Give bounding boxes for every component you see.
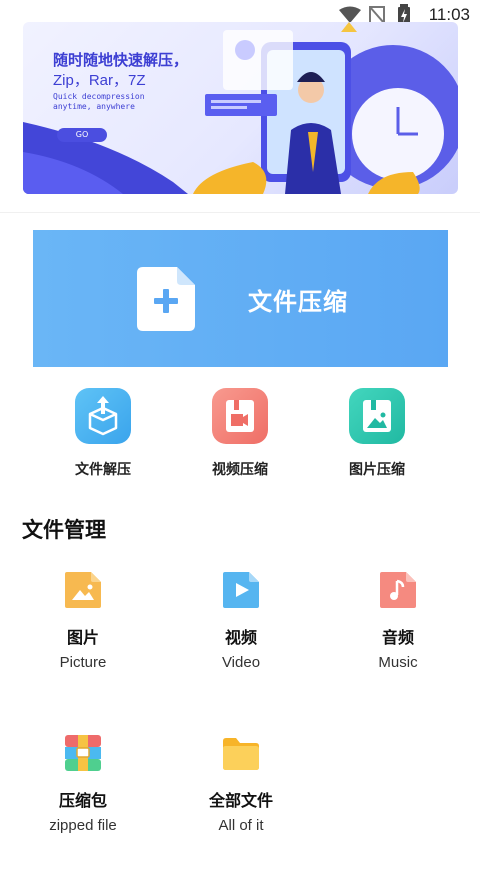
unzip-box-icon [75, 388, 131, 444]
add-file-icon [137, 267, 195, 331]
video-zip-icon [212, 388, 268, 444]
file-category-all[interactable]: 全部文件 All of it [162, 721, 320, 871]
banner-title: 随时随地快速解压， [53, 51, 189, 69]
tool-label: 图片压缩 [349, 462, 405, 478]
file-category-subtitle: All of it [218, 817, 264, 834]
tool-file-extract[interactable]: 文件解压 [48, 388, 158, 479]
file-category-name: 音频 [381, 628, 414, 647]
banner-go-button[interactable]: GO [57, 128, 107, 142]
file-category-subtitle: Video [221, 654, 261, 671]
file-category-name: 图片 [66, 628, 99, 647]
file-category-music[interactable]: 音频 Music [319, 558, 477, 708]
section-title: 文件管理 [22, 518, 106, 542]
file-category-name: 全部文件 [208, 791, 273, 810]
file-category-zip[interactable]: 压缩包 zipped file [4, 721, 162, 871]
image-zip-icon [349, 388, 405, 444]
file-category-name: 视频 [224, 628, 257, 647]
file-category-video[interactable]: 视频 Video [162, 558, 320, 708]
tool-label: 视频压缩 [212, 462, 268, 478]
banner-formats: Zip，Rar，7Z [53, 72, 146, 89]
file-category-name: 压缩包 [58, 791, 107, 810]
zip-package-icon [63, 733, 103, 773]
file-category-subtitle: Picture [59, 654, 107, 671]
banner-subtitle: Quick decompression anytime, anywhere [53, 92, 145, 111]
divider [0, 212, 480, 213]
file-category-subtitle: Music [378, 654, 418, 671]
folder-icon [221, 733, 261, 773]
tool-video-compress[interactable]: 视频压缩 [185, 388, 295, 479]
tool-image-compress[interactable]: 图片压缩 [322, 388, 432, 479]
file-compress-button[interactable]: 文件压缩 [33, 230, 448, 367]
picture-folder-icon [63, 570, 103, 610]
music-file-icon [378, 570, 418, 610]
tool-label: 文件解压 [75, 462, 131, 478]
promo-banner[interactable]: 随时随地快速解压， Zip，Rar，7Z Quick decompression… [23, 22, 458, 194]
file-category-picture[interactable]: 图片 Picture [4, 558, 162, 708]
video-file-icon [221, 570, 261, 610]
file-compress-label: 文件压缩 [248, 288, 348, 316]
file-category-subtitle: zipped file [49, 817, 117, 834]
